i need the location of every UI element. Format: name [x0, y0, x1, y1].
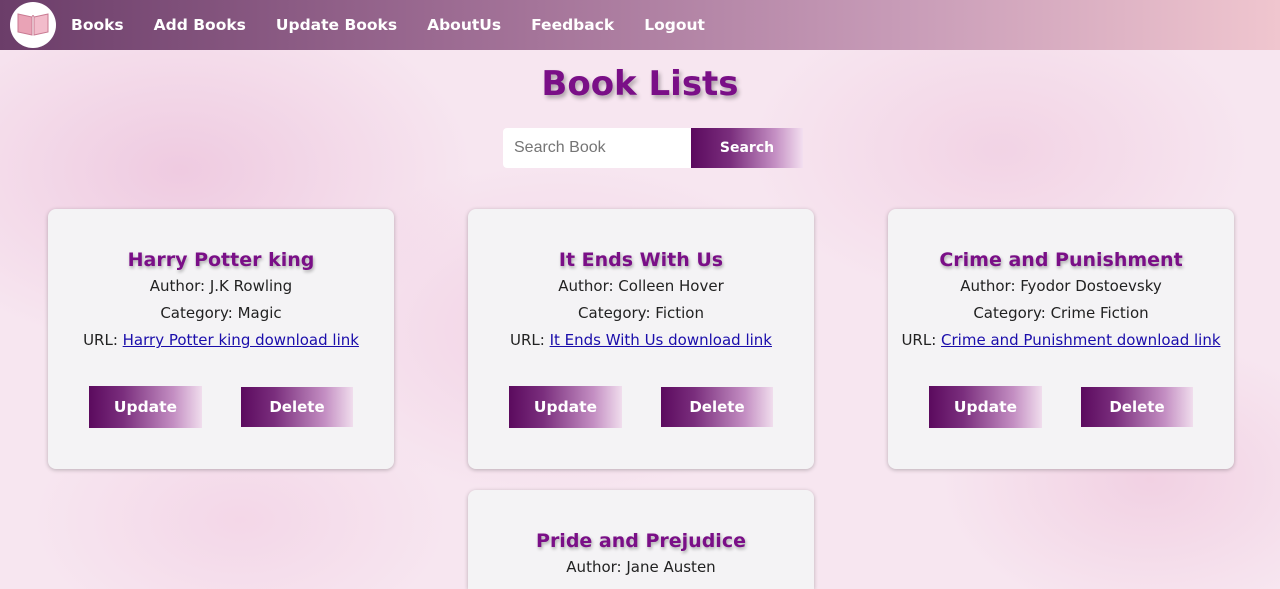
book-author: Author: Jane Austen — [468, 554, 814, 581]
nav-about-us-link[interactable]: AboutUs — [427, 16, 501, 34]
author-label: Author: — [558, 277, 619, 295]
book-url: URL: Crime and Punishment download link — [888, 327, 1234, 354]
delete-button[interactable]: Delete — [241, 387, 353, 427]
download-link[interactable]: Crime and Punishment download link — [941, 331, 1221, 349]
book-title: Pride and Prejudice — [536, 530, 746, 552]
book-author: Author: J.K Rowling — [48, 273, 394, 300]
book-title: It Ends With Us — [558, 249, 724, 271]
download-link[interactable]: It Ends With Us download link — [550, 331, 772, 349]
author-value: Fyodor Dostoevsky — [1020, 277, 1162, 295]
top-navbar: Books Add Books Update Books AboutUs Fee… — [0, 0, 1280, 50]
book-card: Crime and Punishment Author: Fyodor Dost… — [888, 209, 1234, 469]
open-book-icon — [15, 8, 51, 42]
author-value: Colleen Hover — [618, 277, 724, 295]
delete-button[interactable]: Delete — [1081, 387, 1193, 427]
download-link[interactable]: Harry Potter king download link — [123, 331, 359, 349]
book-category: Category: Magic — [48, 300, 394, 327]
book-card: Pride and Prejudice Author: Jane Austen — [468, 490, 814, 589]
url-label: URL: — [83, 331, 123, 349]
url-label: URL: — [901, 331, 942, 349]
book-author: Author: Fyodor Dostoevsky — [888, 273, 1234, 300]
book-card: Harry Potter king Author: J.K Rowling Ca… — [48, 209, 394, 469]
author-value: Jane Austen — [626, 558, 716, 576]
book-category: Category: Fiction — [468, 300, 814, 327]
logo[interactable] — [10, 2, 56, 48]
nav-update-books-link[interactable]: Update Books — [276, 16, 397, 34]
nav-feedback-link[interactable]: Feedback — [531, 16, 614, 34]
category-label: Category: — [578, 304, 656, 322]
update-button[interactable]: Update — [89, 386, 202, 428]
book-category: Category: Crime Fiction — [888, 300, 1234, 327]
search-button[interactable]: Search — [691, 128, 803, 168]
author-value: J.K Rowling — [209, 277, 293, 295]
nav-links: Books Add Books Update Books AboutUs Fee… — [71, 16, 735, 34]
category-value: Crime Fiction — [1050, 304, 1149, 322]
author-label: Author: — [566, 558, 627, 576]
author-label: Author: — [960, 277, 1021, 295]
search-bar: Search — [503, 128, 803, 168]
search-input[interactable] — [503, 128, 691, 168]
nav-books-link[interactable]: Books — [71, 16, 124, 34]
book-author: Author: Colleen Hover — [468, 273, 814, 300]
category-label: Category: — [973, 304, 1051, 322]
book-url: URL: Harry Potter king download link — [48, 327, 394, 354]
category-value: Magic — [237, 304, 282, 322]
book-title: Crime and Punishment — [939, 249, 1183, 271]
delete-button[interactable]: Delete — [661, 387, 773, 427]
url-label: URL: — [510, 331, 550, 349]
category-label: Category: — [160, 304, 238, 322]
nav-logout-link[interactable]: Logout — [644, 16, 705, 34]
nav-add-books-link[interactable]: Add Books — [154, 16, 246, 34]
author-label: Author: — [149, 277, 210, 295]
book-title: Harry Potter king — [127, 249, 315, 271]
update-button[interactable]: Update — [509, 386, 622, 428]
book-card: It Ends With Us Author: Colleen Hover Ca… — [468, 209, 814, 469]
update-button[interactable]: Update — [929, 386, 1042, 428]
category-value: Fiction — [655, 304, 704, 322]
book-url: URL: It Ends With Us download link — [468, 327, 814, 354]
page-title: Book Lists — [541, 64, 739, 104]
